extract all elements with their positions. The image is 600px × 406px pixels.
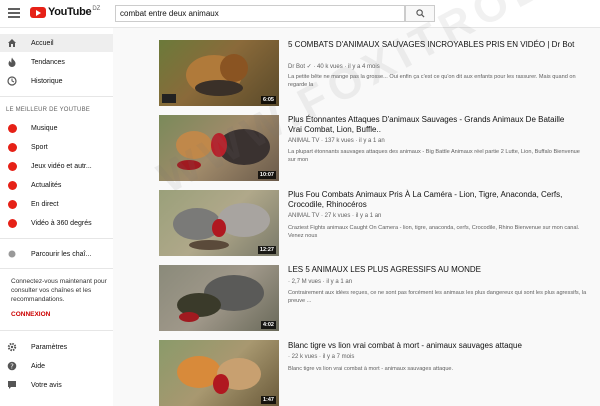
sidebar-item-label: Aide xyxy=(31,362,46,370)
search-icon xyxy=(416,9,425,18)
video-duration: 1:47 xyxy=(260,396,276,404)
video-meta: · 22 k vues · il y a 7 mois xyxy=(288,354,355,360)
sidebar-divider xyxy=(0,268,113,269)
gear-icon xyxy=(7,342,17,352)
sidebar-item-sport[interactable]: Sport xyxy=(0,138,113,156)
youtube-play-icon xyxy=(30,6,46,18)
logo-country: DZ xyxy=(92,6,101,12)
sidebar-item-music[interactable]: Musique xyxy=(0,119,113,137)
video-duration: 12:27 xyxy=(257,246,276,254)
sidebar-item-label: En direct xyxy=(31,200,59,208)
sidebar-item-label: Tendances xyxy=(31,58,65,66)
sidebar-item-label: Actualités xyxy=(31,181,62,189)
video-title[interactable]: Plus Étonnantes Attaques D'animaux Sauva… xyxy=(288,115,578,135)
video-meta: · 2,7 M vues · il y a 1 an xyxy=(288,279,353,285)
video-duration: 10:07 xyxy=(257,171,276,179)
live-icon xyxy=(7,199,17,209)
video-title[interactable]: Plus Fou Combats Animaux Pris À La Camér… xyxy=(288,190,578,210)
home-icon xyxy=(7,38,17,48)
sidebar-divider xyxy=(0,330,113,331)
music-icon xyxy=(7,123,17,133)
sidebar-item-label: Parcourir les chaî... xyxy=(31,250,92,258)
video-title[interactable]: Blanc tigre vs lion vrai combat à mort -… xyxy=(288,341,578,351)
sidebar-item-label: Musique xyxy=(31,124,58,132)
feedback-icon xyxy=(7,380,17,390)
sidebar: Accueil Tendances Historique LE MEILLEUR… xyxy=(0,28,113,406)
top-bar: YouTube DZ combat entre deux animaux xyxy=(0,0,600,28)
video-thumbnail[interactable]: 1:47 xyxy=(159,340,279,406)
logo-text: YouTube xyxy=(48,6,92,18)
video-meta: ANIMAL TV · 137 k vues · il y a 1 an xyxy=(288,138,385,144)
sidebar-item-history[interactable]: Historique xyxy=(0,72,113,90)
video-thumbnail[interactable]: 6:05 xyxy=(159,40,279,106)
video-description: Blanc tigre vs lion vrai combat à mort -… xyxy=(288,366,454,372)
sidebar-item-browse-channels[interactable]: Parcourir les chaî... xyxy=(0,245,113,263)
sidebar-item-label: Historique xyxy=(31,77,63,85)
sidebar-item-label: Vidéo à 360 degrés xyxy=(31,219,92,227)
360-video-icon xyxy=(7,218,17,228)
hamburger-menu-icon[interactable] xyxy=(8,8,20,18)
sidebar-item-gaming[interactable]: Jeux vidéo et autr... xyxy=(0,157,113,175)
sidebar-item-360-video[interactable]: Vidéo à 360 degrés xyxy=(0,214,113,232)
video-thumbnail[interactable]: 4:02 xyxy=(159,265,279,331)
sidebar-item-label: Votre avis xyxy=(31,381,62,389)
news-icon xyxy=(7,180,17,190)
video-meta: Dr Bot ✓ · 40 k vues · il y a 4 mois xyxy=(288,64,380,70)
sidebar-item-label: Jeux vidéo et autr... xyxy=(31,162,92,170)
sidebar-divider xyxy=(0,238,113,239)
video-meta: ANIMAL TV · 27 k vues · il y a 1 an xyxy=(288,213,382,219)
video-description: La petite bête ne mange pas la grosse...… xyxy=(288,74,576,88)
video-duration: 4:02 xyxy=(260,321,276,329)
sidebar-item-live[interactable]: En direct xyxy=(0,195,113,213)
video-title[interactable]: 5 COMBATS D'ANIMAUX SAUVAGES INCROYABLES… xyxy=(288,40,578,50)
gaming-icon xyxy=(7,161,17,171)
video-description: Craziest Fights animaux Caught On Camera… xyxy=(288,225,580,239)
sport-icon xyxy=(7,142,17,152)
sidebar-item-home[interactable]: Accueil xyxy=(0,34,113,52)
sidebar-divider xyxy=(0,96,113,97)
sidebar-item-label: Paramètres xyxy=(31,343,68,351)
svg-text:?: ? xyxy=(10,363,14,371)
video-title[interactable]: LES 5 ANIMAUX LES PLUS AGRESSIFS AU MOND… xyxy=(288,265,578,275)
video-description: Contrairement aux idées reçues, ce ne so… xyxy=(288,290,587,304)
sidebar-item-label: Accueil xyxy=(31,39,54,47)
sidebar-item-news[interactable]: Actualités xyxy=(0,176,113,194)
fire-icon xyxy=(7,57,17,67)
video-thumbnail[interactable]: 12:27 xyxy=(159,190,279,256)
sidebar-item-trending[interactable]: Tendances xyxy=(0,53,113,71)
search-button[interactable] xyxy=(405,5,435,22)
add-circle-icon xyxy=(7,249,17,259)
search-input[interactable]: combat entre deux animaux xyxy=(115,5,405,22)
video-thumbnail[interactable]: 10:07 xyxy=(159,115,279,181)
youtube-logo[interactable]: YouTube DZ xyxy=(30,6,100,18)
signin-promo-text: Connectez-vous maintenant pour consulter… xyxy=(11,278,107,303)
sidebar-item-feedback[interactable]: Votre avis xyxy=(0,376,113,394)
sidebar-item-label: Sport xyxy=(31,143,48,151)
history-icon xyxy=(7,76,17,86)
video-duration: 6:05 xyxy=(260,96,276,104)
video-description: La plupart étonnants sauvages attaques d… xyxy=(288,149,580,163)
section-title-best-of: LE MEILLEUR DE YOUTUBE xyxy=(6,107,90,113)
signin-link[interactable]: CONNEXION xyxy=(11,311,50,318)
sidebar-item-settings[interactable]: Paramètres xyxy=(0,338,113,356)
help-icon: ? xyxy=(7,361,17,371)
sidebar-item-help[interactable]: ? Aide xyxy=(0,357,113,375)
